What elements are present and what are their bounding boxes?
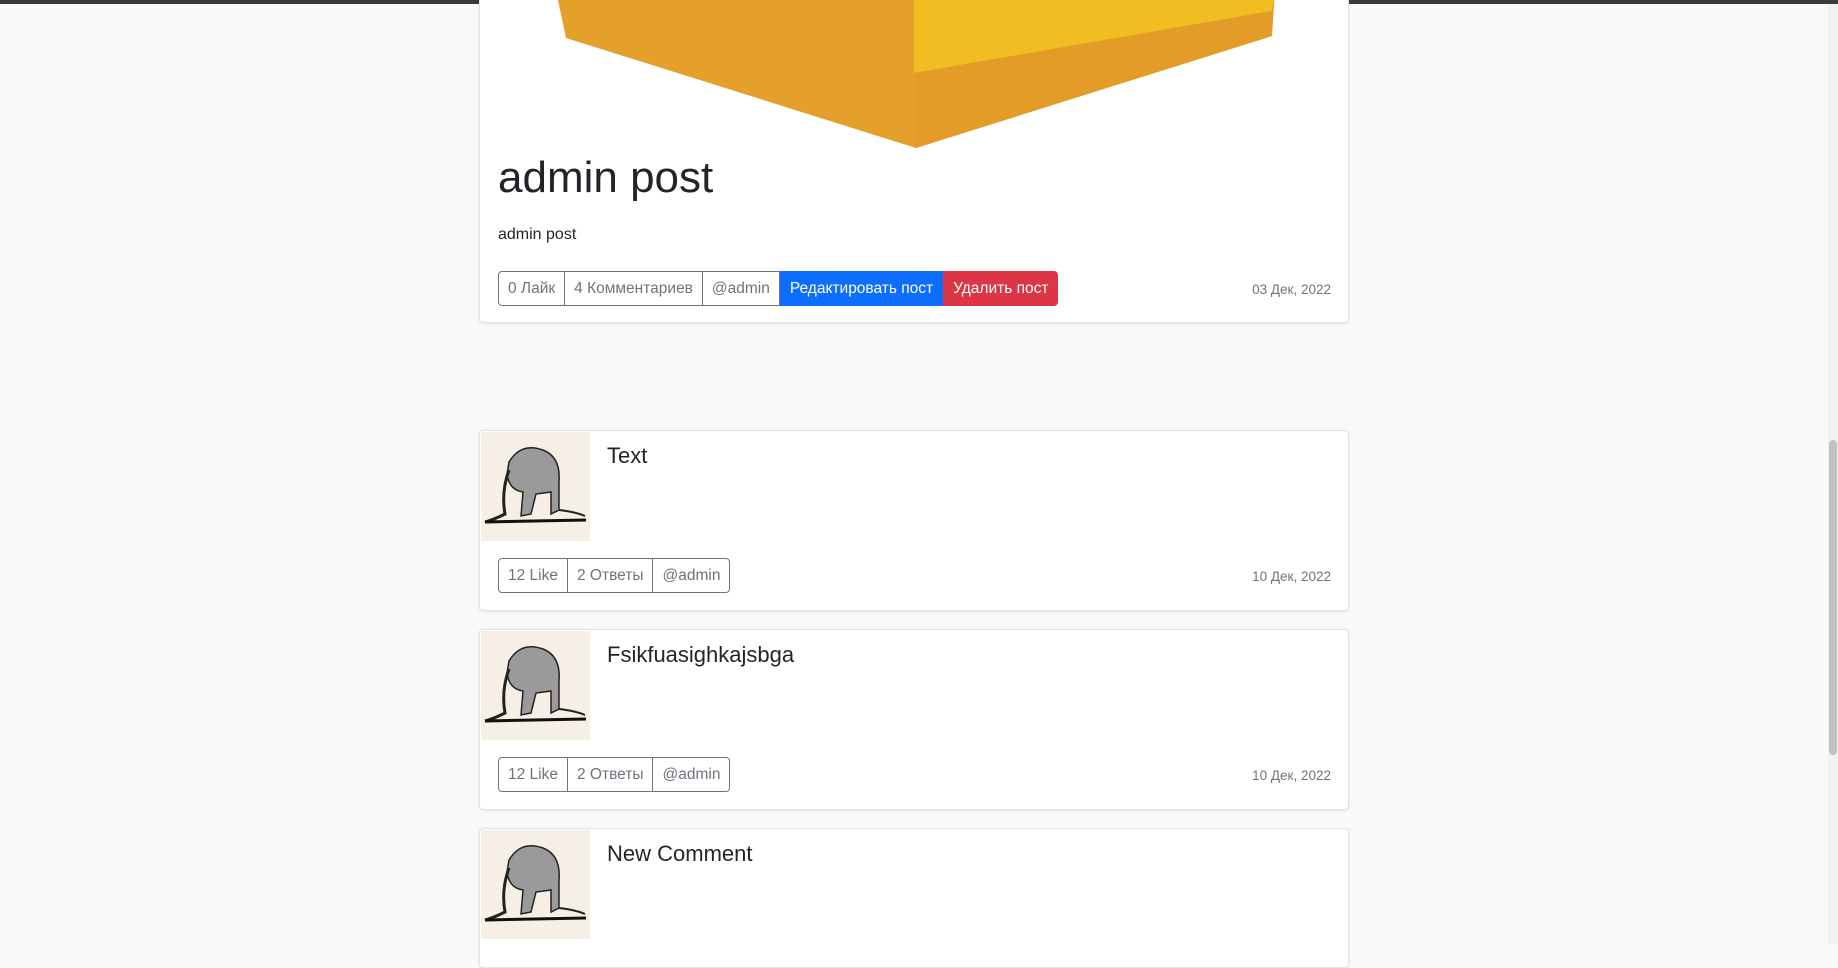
post-date: 03 Дек, 2022 (1252, 282, 1331, 297)
replies-button[interactable]: 2 Ответы (566, 757, 654, 792)
comment-title: Fsikfuasighkajsbga (607, 642, 795, 667)
post-body: admin post (498, 226, 577, 243)
post-title: admin post (498, 153, 714, 202)
post-image (480, 0, 1348, 151)
avatar (481, 631, 590, 740)
author-button[interactable]: @admin (652, 558, 731, 593)
comment-date: 10 Дек, 2022 (1252, 569, 1331, 584)
edit-post-button[interactable]: Редактировать пост (779, 271, 944, 306)
delete-post-button[interactable]: Удалить пост (943, 271, 1059, 306)
comment-actions: 12 Like 2 Ответы @admin (498, 558, 731, 593)
like-button[interactable]: 12 Like (498, 558, 568, 593)
comment-card: New Comment (479, 828, 1349, 968)
post-card: admin post admin post 0 Лайк 4 Комментар… (479, 0, 1349, 323)
avatar (481, 432, 590, 541)
comment-card: Fsikfuasighkajsbga 12 Like 2 Ответы @adm… (479, 629, 1349, 810)
author-button[interactable]: @admin (652, 757, 731, 792)
comments-button[interactable]: 4 Комментариев (564, 271, 703, 306)
replies-button[interactable]: 2 Ответы (566, 558, 654, 593)
comment-actions: 12 Like 2 Ответы @admin (498, 757, 731, 792)
scrollbar-thumb[interactable] (1829, 440, 1837, 755)
like-button[interactable]: 12 Like (498, 757, 568, 792)
comment-title: New Comment (607, 841, 753, 866)
comment-card: Text 12 Like 2 Ответы @admin 10 Дек, 202… (479, 430, 1349, 611)
author-button[interactable]: @admin (701, 271, 780, 306)
comment-date: 10 Дек, 2022 (1252, 768, 1331, 783)
post-actions: 0 Лайк 4 Комментариев @admin Редактирова… (498, 271, 1059, 306)
like-button[interactable]: 0 Лайк (498, 271, 566, 306)
comment-title: Text (607, 443, 648, 468)
avatar (481, 830, 590, 939)
